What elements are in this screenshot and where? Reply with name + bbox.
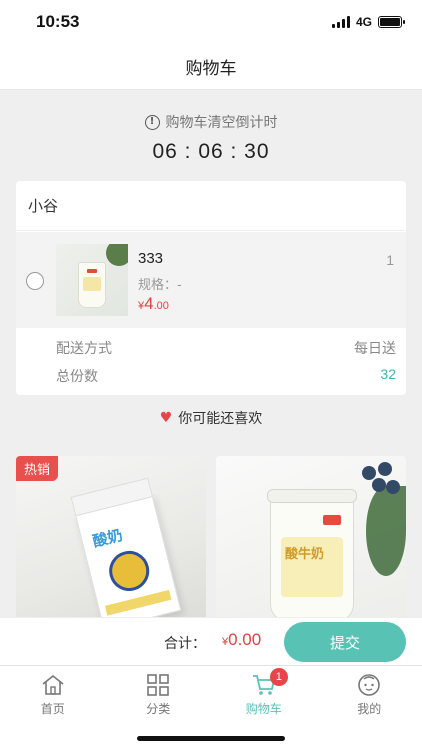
tab-profile[interactable]: 我的 — [317, 666, 422, 721]
total-count-label: 总份数 — [56, 369, 98, 385]
status-time: 10:53 — [36, 12, 80, 31]
info-icon: ! — [144, 114, 160, 130]
yogurt-carton-image: 酸奶 — [70, 477, 182, 621]
delivery-value: 每日送 — [354, 341, 396, 357]
tab-cart-label: 购物车 — [245, 702, 282, 716]
network-type: 4G — [355, 15, 372, 29]
product-thumbnail[interactable] — [56, 244, 128, 316]
total-count-row: 总份数 32 — [56, 366, 396, 386]
tab-profile-label: 我的 — [357, 702, 382, 716]
shop-name[interactable]: 小谷 — [16, 181, 406, 231]
delivery-row: 配送方式 每日送 — [56, 338, 396, 358]
recommend-title: 你可能还喜欢 — [178, 411, 263, 427]
countdown-label: 购物车清空倒计时 — [165, 115, 278, 131]
recommend-product-2[interactable]: 酸牛奶 — [216, 456, 406, 621]
countdown-timer: 06 : 06 : 30 — [152, 140, 270, 163]
home-indicator — [137, 736, 285, 741]
heart-icon: ♥ — [159, 410, 173, 426]
signal-icon — [331, 16, 350, 28]
battery-icon — [378, 16, 405, 28]
recommend-header: ♥ 你可能还喜欢 — [0, 408, 422, 428]
tab-cart[interactable]: 1 购物车 — [211, 666, 317, 721]
tab-category-label: 分类 — [146, 702, 171, 716]
tab-home[interactable]: 首页 — [0, 666, 106, 721]
cart-card: 小谷 333 1 规格：- ¥4.00 配送方式 每日送 总份数 32 — [16, 181, 406, 395]
tab-category[interactable]: 分类 — [106, 666, 212, 721]
profile-icon — [356, 672, 382, 698]
item-spec: 规格：- — [138, 278, 182, 293]
cart-item[interactable]: 333 1 规格：- ¥4.00 — [16, 232, 406, 328]
total-label: 合计： — [164, 636, 206, 652]
category-icon — [145, 672, 171, 698]
delivery-label: 配送方式 — [56, 341, 112, 357]
price-decimal: .00 — [153, 300, 169, 312]
item-quantity: 1 — [386, 252, 394, 268]
item-price: ¥4.00 — [138, 294, 169, 314]
yogurt-cup-image: 酸牛奶 — [267, 489, 357, 621]
item-select-radio[interactable] — [26, 272, 44, 290]
recommend-product-1[interactable]: 酸奶 热销 — [16, 456, 206, 621]
submit-bar: 合计： ¥0.00 提交 — [0, 617, 422, 665]
total-amount: ¥0.00 — [222, 630, 261, 650]
status-indicators: 4G — [331, 15, 405, 29]
total-value: 0.00 — [228, 630, 262, 649]
hot-badge: 热销 — [16, 456, 59, 481]
home-icon — [40, 672, 66, 698]
tab-bar: 首页 分类 1 购物车 我的 — [0, 665, 422, 721]
tab-home-label: 首页 — [40, 702, 65, 716]
cart-badge: 1 — [269, 668, 288, 686]
page-title: 购物车 — [185, 59, 237, 79]
nav-bar: 购物车 — [0, 44, 422, 90]
submit-button[interactable]: 提交 — [284, 622, 406, 662]
total-count-value: 32 — [380, 366, 396, 382]
price-integer: 4 — [144, 294, 154, 313]
countdown-label-row: ! 购物车清空倒计时 — [0, 112, 422, 132]
status-bar: 10:53 4G — [0, 0, 422, 44]
item-name: 333 — [138, 250, 164, 267]
blueberries-image — [358, 462, 402, 506]
